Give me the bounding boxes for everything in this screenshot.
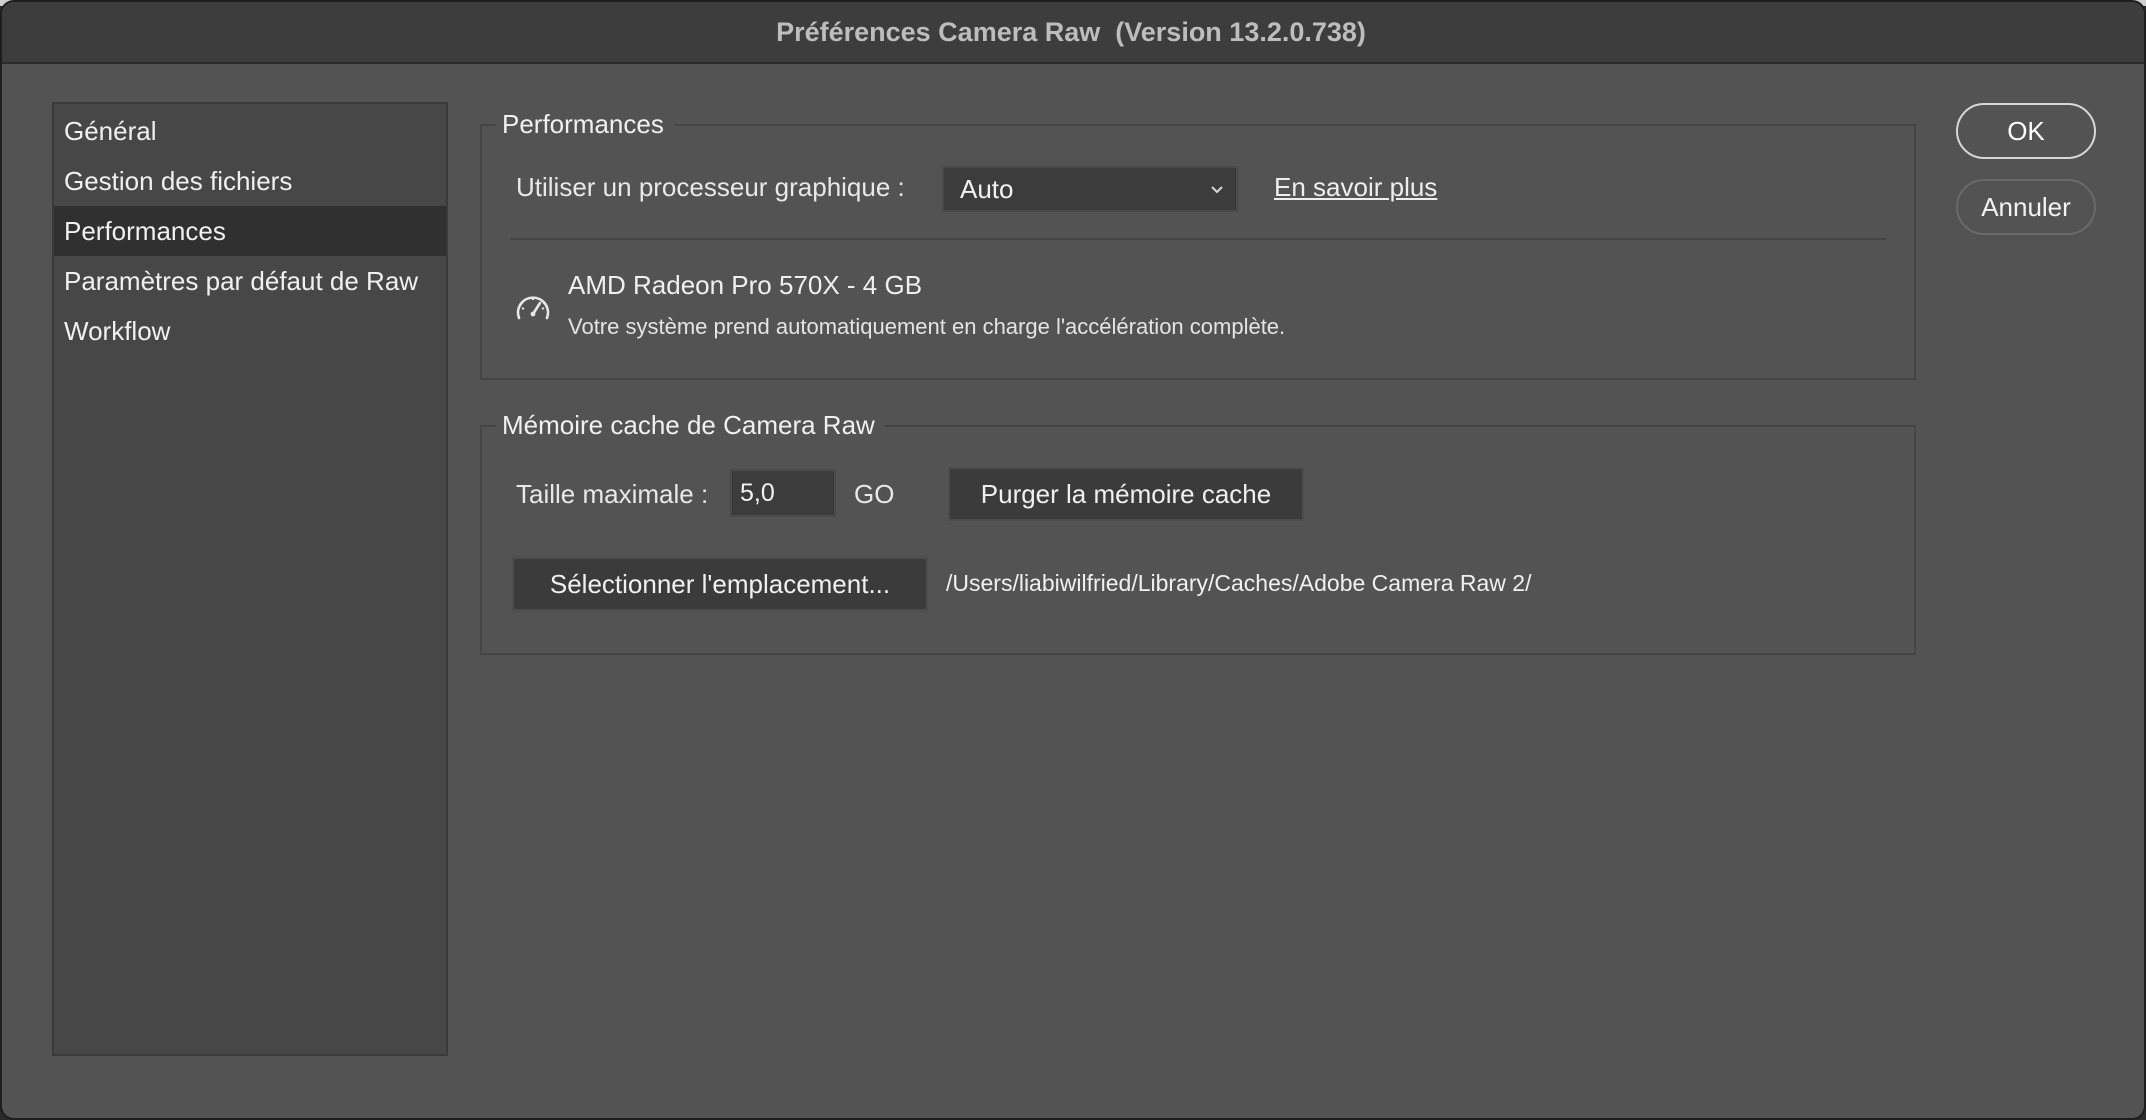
sidebar-item-performance[interactable]: Performances	[54, 206, 446, 256]
size-unit-label: GO	[854, 479, 895, 509]
sidebar-item-workflow[interactable]: Workflow	[54, 306, 446, 356]
gpu-select[interactable]: Auto	[942, 166, 1238, 212]
chevron-down-icon	[1211, 186, 1223, 194]
gpu-status-text: Votre système prend automatiquement en c…	[568, 314, 1286, 339]
dialog-title: Préférences Camera Raw (Version 13.2.0.7…	[776, 16, 1366, 47]
performance-group: Performances Utiliser un processeur grap…	[480, 104, 1916, 380]
learn-more-link[interactable]: En savoir plus	[1274, 172, 1437, 203]
sidebar-item-label: Paramètres par défaut de Raw	[64, 265, 419, 296]
select-location-button[interactable]: Sélectionner l'emplacement...	[512, 557, 928, 611]
sidebar-item-label: Général	[64, 115, 157, 146]
performance-divider	[510, 238, 1886, 240]
preferences-dialog: Préférences Camera Raw (Version 13.2.0.7…	[0, 0, 2146, 1120]
speedometer-icon	[516, 296, 550, 320]
sidebar-item-label: Workflow	[64, 315, 171, 346]
sidebar-item-file-handling[interactable]: Gestion des fichiers	[54, 156, 446, 206]
cache-group: Mémoire cache de Camera Raw Taille maxim…	[480, 405, 1916, 655]
preferences-sidebar: Général Gestion des fichiers Performance…	[52, 102, 448, 1056]
cancel-button[interactable]: Annuler	[1956, 179, 2096, 235]
gpu-label: Utiliser un processeur graphique :	[516, 172, 905, 202]
sidebar-item-label: Performances	[64, 215, 226, 246]
purge-cache-button[interactable]: Purger la mémoire cache	[948, 467, 1304, 521]
cache-group-title: Mémoire cache de Camera Raw	[496, 405, 885, 445]
gpu-select-value: Auto	[960, 173, 1014, 204]
sidebar-item-label: Gestion des fichiers	[64, 165, 293, 196]
title-bar[interactable]: Préférences Camera Raw (Version 13.2.0.7…	[2, 2, 2144, 64]
sidebar-item-general[interactable]: Général	[54, 106, 446, 156]
cache-location-path: /Users/liabiwilfried/Library/Caches/Adob…	[946, 570, 1532, 596]
sidebar-item-raw-defaults[interactable]: Paramètres par défaut de Raw	[54, 256, 446, 306]
ok-button[interactable]: OK	[1956, 103, 2096, 159]
performance-group-title: Performances	[496, 104, 674, 144]
max-size-input[interactable]	[730, 469, 836, 517]
gpu-name: AMD Radeon Pro 570X - 4 GB	[568, 270, 923, 300]
max-size-label: Taille maximale :	[516, 479, 709, 509]
